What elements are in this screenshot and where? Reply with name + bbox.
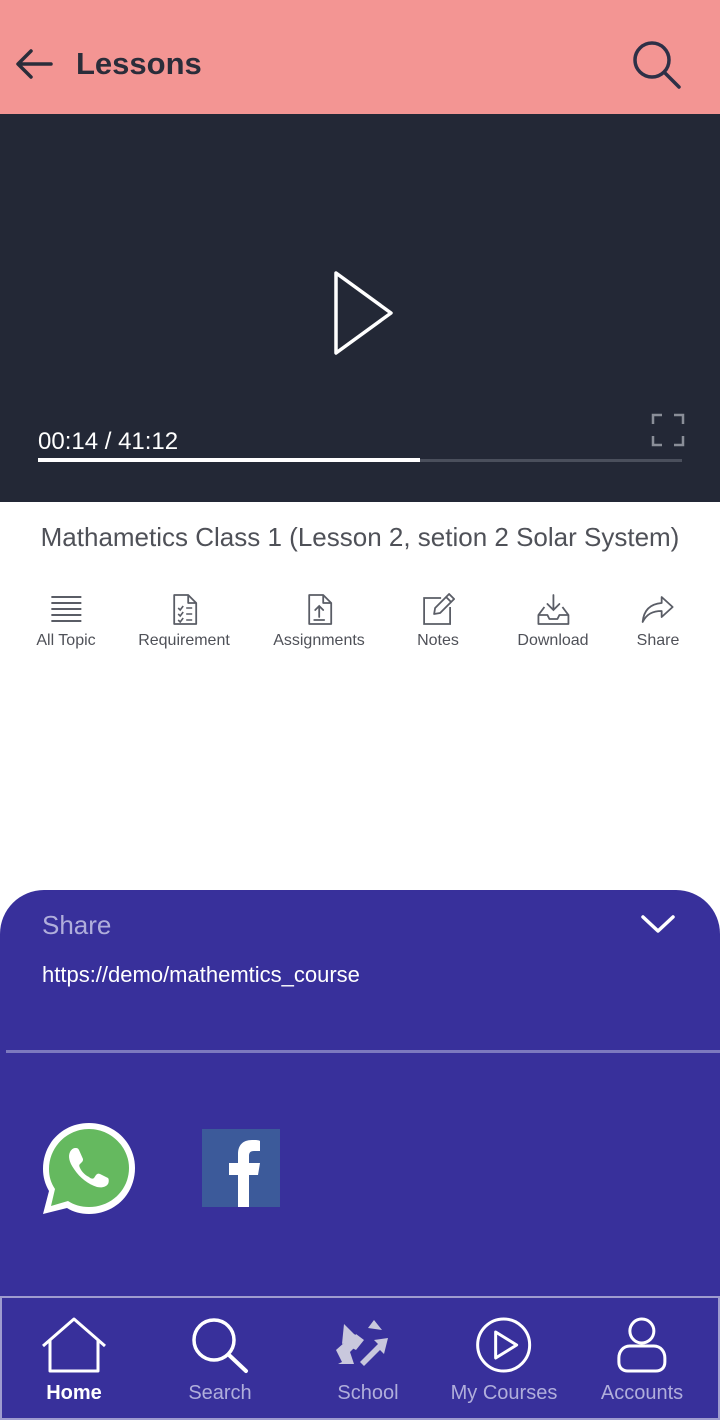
share-label: Share <box>636 632 680 649</box>
lesson-actions: All Topic Requirement Assignments Notes <box>0 592 720 662</box>
nav-home[interactable]: Home <box>39 1298 109 1418</box>
app-header: Lessons <box>0 0 720 114</box>
facebook-share-button[interactable] <box>202 1129 280 1207</box>
nav-accounts[interactable]: Accounts <box>601 1298 683 1418</box>
share-url[interactable]: https://demo/mathemtics_course <box>42 960 360 990</box>
nav-my-courses[interactable]: My Courses <box>450 1298 558 1418</box>
search-button[interactable] <box>628 36 684 92</box>
play-circle-icon <box>476 1317 532 1373</box>
nav-home-label: Home <box>46 1382 102 1404</box>
home-icon <box>42 1317 106 1373</box>
notes-button[interactable]: Notes <box>417 592 459 650</box>
share-sheet-title: Share <box>42 910 112 940</box>
school-arrows-icon <box>336 1320 388 1366</box>
share-arrow-icon <box>642 596 674 623</box>
requirement-label: Requirement <box>138 632 230 649</box>
back-button[interactable] <box>14 44 54 84</box>
play-icon <box>334 271 393 355</box>
collapse-sheet-button[interactable] <box>636 906 680 942</box>
download-label: Download <box>517 632 589 649</box>
user-icon <box>617 1317 667 1373</box>
search-icon <box>633 41 681 89</box>
download-button[interactable]: Download <box>517 592 589 650</box>
progress-fill <box>38 458 420 462</box>
bottom-navigation: Home Search School My Courses Accounts <box>0 1296 720 1420</box>
upload-document-icon <box>308 594 332 625</box>
play-button[interactable] <box>318 268 402 358</box>
assignments-button[interactable]: Assignments <box>273 592 365 650</box>
list-icon <box>50 596 81 622</box>
checklist-document-icon <box>173 594 197 625</box>
lesson-title: Mathametics Class 1 (Lesson 2, setion 2 … <box>40 522 680 552</box>
all-topic-button[interactable]: All Topic <box>36 592 96 650</box>
nav-school[interactable]: School <box>333 1298 403 1418</box>
download-tray-icon <box>537 594 569 625</box>
search-icon <box>192 1318 248 1373</box>
arrow-left-icon <box>16 49 53 79</box>
chevron-down-icon <box>641 915 675 933</box>
page-title: Lessons <box>76 46 202 81</box>
share-button[interactable]: Share <box>636 592 680 650</box>
nav-my-courses-label: My Courses <box>450 1382 558 1404</box>
share-sheet: Share https://demo/mathemtics_course <box>0 890 720 1298</box>
notes-label: Notes <box>417 632 459 649</box>
whatsapp-icon <box>43 1123 135 1214</box>
facebook-icon <box>229 1140 260 1207</box>
nav-accounts-label: Accounts <box>600 1382 684 1404</box>
fullscreen-button[interactable] <box>650 412 686 448</box>
fullscreen-icon <box>651 413 685 447</box>
progress-bar[interactable] <box>38 458 682 462</box>
video-player[interactable]: 00:14 / 41:12 <box>0 114 720 502</box>
whatsapp-share-button[interactable] <box>40 1120 138 1218</box>
all-topic-label: All Topic <box>36 632 96 649</box>
nav-search[interactable]: Search <box>185 1298 255 1418</box>
time-readout: 00:14 / 41:12 <box>38 428 179 455</box>
nav-search-label: Search <box>188 1382 252 1404</box>
assignments-label: Assignments <box>273 632 365 649</box>
requirement-button[interactable]: Requirement <box>138 592 230 650</box>
share-sheet-divider <box>6 1050 720 1053</box>
nav-school-label: School <box>337 1382 399 1404</box>
pencil-edit-icon <box>423 593 455 625</box>
